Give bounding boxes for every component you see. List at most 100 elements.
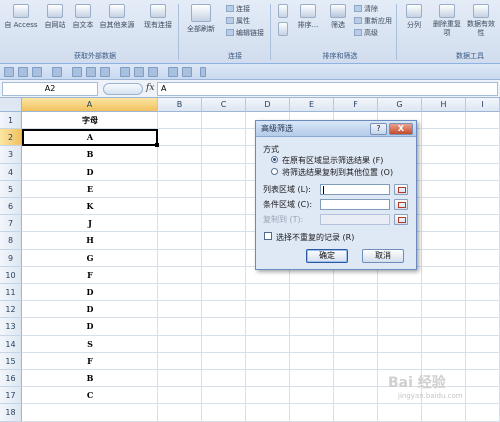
formula-bar-expander[interactable]: [103, 83, 143, 95]
row-header[interactable]: 3: [0, 146, 22, 164]
name-box[interactable]: A2: [2, 82, 98, 96]
column-header[interactable]: C: [202, 98, 246, 112]
sort-za-button[interactable]: [276, 22, 290, 38]
from-other-sources-button[interactable]: 自其他来源: [98, 4, 136, 30]
clear-menu-item[interactable]: 清除: [354, 4, 378, 14]
from-web-button[interactable]: 自网站: [42, 4, 68, 30]
filter-in-place-radio[interactable]: [271, 156, 278, 163]
header-cell[interactable]: 字母: [22, 112, 158, 129]
connections-menu-item[interactable]: 连接: [226, 4, 250, 14]
data-cell[interactable]: [22, 404, 158, 421]
data-cell[interactable]: K: [22, 198, 158, 215]
column-header[interactable]: I: [466, 98, 500, 112]
column-header[interactable]: E: [290, 98, 334, 112]
sort-az-button[interactable]: [276, 4, 290, 20]
row-header[interactable]: 10: [0, 266, 22, 284]
sort-button[interactable]: 排序...: [294, 4, 322, 30]
reapply-icon: [354, 17, 362, 24]
row-header[interactable]: 6: [0, 198, 22, 216]
row-header[interactable]: 17: [0, 387, 22, 405]
column-header[interactable]: H: [422, 98, 466, 112]
row-header[interactable]: 18: [0, 404, 22, 422]
data-cell[interactable]: H: [22, 232, 158, 249]
data-cell[interactable]: S: [22, 336, 158, 353]
sort-icon: [300, 4, 316, 18]
unique-records-checkbox[interactable]: [264, 232, 272, 240]
customize-qat-icon[interactable]: [200, 67, 206, 77]
data-cell[interactable]: B: [22, 146, 158, 163]
data-cell[interactable]: D: [22, 318, 158, 335]
data-cell[interactable]: D: [22, 164, 158, 181]
data-cell[interactable]: G: [22, 250, 158, 267]
row-header[interactable]: 8: [0, 232, 22, 250]
column-header[interactable]: F: [334, 98, 378, 112]
formula-input[interactable]: A: [157, 82, 498, 96]
data-cell[interactable]: J: [22, 215, 158, 232]
remove-duplicates-button[interactable]: 删除重复项: [432, 4, 462, 38]
undo-icon[interactable]: [32, 67, 42, 77]
sort-quick-icon[interactable]: [168, 67, 178, 77]
row-header[interactable]: 5: [0, 180, 22, 198]
row-header[interactable]: 7: [0, 215, 22, 233]
criteria-range-input[interactable]: [320, 199, 390, 210]
list-range-collapse-button[interactable]: [394, 184, 408, 195]
data-cell[interactable]: D: [22, 301, 158, 318]
format-painter-icon[interactable]: [148, 67, 158, 77]
filter-quick-icon[interactable]: [182, 67, 192, 77]
row-header[interactable]: 16: [0, 370, 22, 388]
row-header[interactable]: 12: [0, 301, 22, 319]
column-header[interactable]: G: [378, 98, 422, 112]
row-header[interactable]: 9: [0, 249, 22, 267]
new-icon[interactable]: [72, 67, 82, 77]
filter-button[interactable]: 筛选: [326, 4, 350, 30]
active-cell[interactable]: A: [22, 129, 158, 147]
formula-bar: A2 fx A: [0, 80, 500, 98]
insert-function-icon[interactable]: fx: [146, 83, 154, 93]
grid-line: [201, 112, 202, 422]
reapply-menu-item[interactable]: 重新应用: [354, 16, 392, 26]
close-button[interactable]: X: [389, 123, 413, 135]
print-icon[interactable]: [18, 67, 28, 77]
text-to-columns-button[interactable]: 分列: [402, 4, 426, 30]
advanced-menu-item[interactable]: 高级: [354, 28, 378, 38]
data-cell[interactable]: F: [22, 267, 158, 284]
column-header[interactable]: B: [158, 98, 202, 112]
edit-links-menu-item[interactable]: 编辑链接: [226, 28, 264, 38]
refresh-all-button[interactable]: 全部刷新: [184, 4, 218, 34]
from-access-button[interactable]: 自 Access: [4, 4, 38, 30]
row-header[interactable]: 15: [0, 352, 22, 370]
data-validation-button[interactable]: 数据有效性: [466, 4, 496, 38]
row-header[interactable]: 13: [0, 318, 22, 336]
ok-button[interactable]: 确定: [306, 249, 348, 263]
list-range-input[interactable]: [320, 184, 390, 195]
spelling-icon[interactable]: [134, 67, 144, 77]
ribbon: 自 Access 自网站 自文本 自其他来源 现有连接 获取外部数据 全部刷新 …: [0, 0, 500, 64]
existing-connections-button[interactable]: 现有连接: [142, 4, 174, 30]
group-label-connections: 连接: [228, 52, 242, 60]
copy-to-location-radio[interactable]: [271, 168, 278, 175]
data-cell[interactable]: D: [22, 284, 158, 301]
cancel-button[interactable]: 取消: [362, 249, 404, 263]
select-all-corner[interactable]: [0, 98, 22, 112]
column-header[interactable]: A: [22, 98, 158, 112]
data-cell[interactable]: F: [22, 353, 158, 370]
data-cell[interactable]: E: [22, 181, 158, 198]
save-icon[interactable]: [4, 67, 14, 77]
row-header[interactable]: 2: [0, 129, 22, 147]
criteria-range-collapse-button[interactable]: [394, 199, 408, 210]
column-header[interactable]: D: [246, 98, 290, 112]
properties-menu-item[interactable]: 属性: [226, 16, 250, 26]
help-button[interactable]: ?: [370, 123, 387, 135]
email-icon[interactable]: [100, 67, 110, 77]
data-cell[interactable]: B: [22, 370, 158, 387]
from-text-button[interactable]: 自文本: [70, 4, 96, 30]
mode-section-label: 方式: [263, 145, 279, 154]
row-header[interactable]: 14: [0, 335, 22, 353]
row-header[interactable]: 11: [0, 284, 22, 302]
data-cell[interactable]: C: [22, 387, 158, 404]
redo-icon[interactable]: [52, 67, 62, 77]
row-header[interactable]: 4: [0, 163, 22, 181]
print-preview-icon[interactable]: [120, 67, 130, 77]
row-header[interactable]: 1: [0, 112, 22, 130]
open-icon[interactable]: [86, 67, 96, 77]
